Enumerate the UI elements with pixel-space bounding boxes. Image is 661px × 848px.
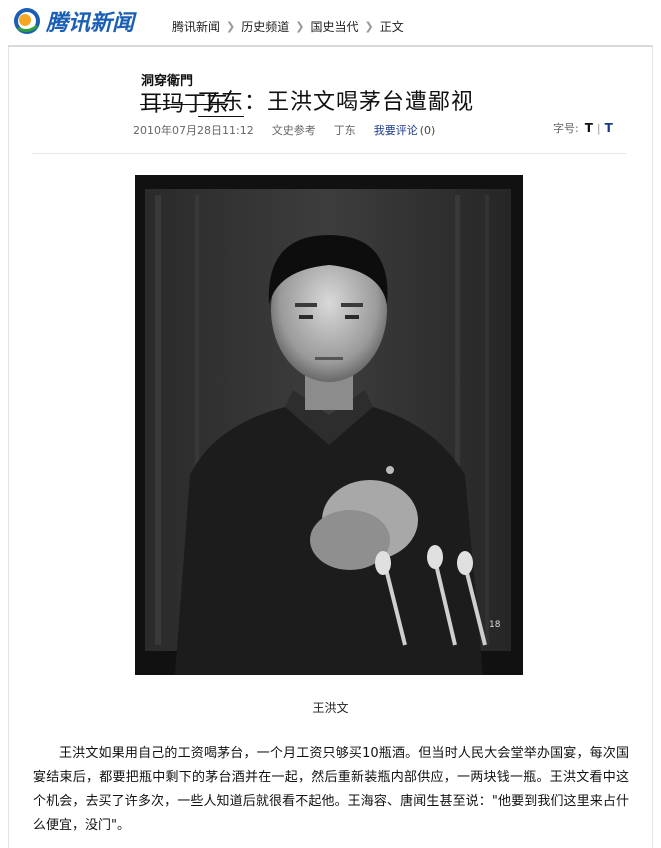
comment-count: (0) [419,123,436,137]
font-large-button[interactable]: T [585,121,593,135]
title-author: 丁东 [198,90,245,117]
article-meta: 2010年07月28日11:12 文史参考 丁东 我要评论 (0) [133,122,435,138]
font-small-button[interactable]: T [605,121,613,135]
meta-divider [32,153,626,154]
chevron-right-icon: ❯ [226,20,236,33]
article-title: 丁东：王洪文喝茅台遭鄙视 [198,84,475,117]
logo-text: 腾讯新闻 [46,11,135,36]
chevron-right-icon: ❯ [295,20,305,33]
header-divider [8,45,653,47]
site-header: 腾讯新闻 腾讯新闻 ❯ 历史频道 ❯ 国史当代 ❯ 正文 [0,0,661,48]
column-logo: 洞穿衛門 耳玛丁东 [140,70,228,117]
font-size-label: 字号: [553,122,579,135]
logo-globe-icon [12,6,42,36]
breadcrumb-current: 正文 [379,20,404,34]
breadcrumb-tencent-news[interactable]: 腾讯新闻 [172,18,220,35]
comment-link[interactable]: 我要评论 [374,122,418,138]
breadcrumb-contemporary-history[interactable]: 国史当代 [310,18,358,35]
photo-corner-mark: 18 [489,620,501,630]
font-size-control: 字号: T | T [553,120,613,136]
publish-date: 2010年07月28日11:12 [133,124,254,137]
article-source: 文史参考 [271,124,316,137]
title-text: ：王洪文喝茅台遭鄙视 [244,90,475,115]
photo-caption: 王洪文 [312,701,349,715]
article-author: 丁东 [333,124,356,137]
site-logo[interactable]: 腾讯新闻 [12,5,134,37]
frame-border-left [8,47,9,848]
article-paragraph: 王洪文如果用自己的工资喝茅台，一个月工资只够买10瓶酒。但当时人民大会堂举办国宴… [33,746,629,833]
chevron-right-icon: ❯ [364,20,374,33]
breadcrumb: 腾讯新闻 ❯ 历史频道 ❯ 国史当代 ❯ 正文 [172,18,404,35]
frame-border-right [652,47,653,848]
article-page: 腾讯新闻 腾讯新闻 ❯ 历史频道 ❯ 国史当代 ❯ 正文 洞穿衛門 耳玛丁东 丁… [0,0,661,848]
breadcrumb-history-channel[interactable]: 历史频道 [241,18,289,35]
article-body: 王洪文如果用自己的工资喝茅台，一个月工资只够买10瓶酒。但当时人民大会堂举办国宴… [33,742,629,838]
article-photo: 18 [135,175,523,675]
font-size-separator: | [596,121,601,135]
